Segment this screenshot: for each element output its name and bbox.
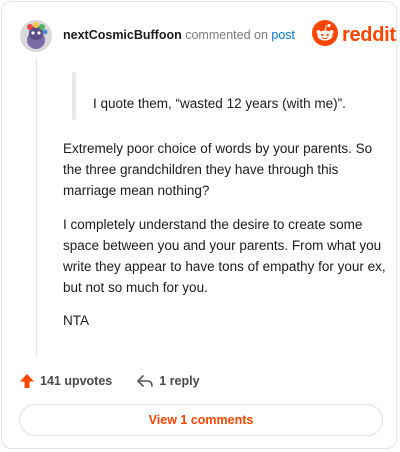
reddit-wordmark: reddit [342,23,396,46]
snoo-avatar-icon[interactable] [20,20,52,52]
comment-paragraph: I completely understand the desire to cr… [63,217,386,295]
upvote-arrow-icon [19,373,35,389]
comment-actions: 141 upvotes 1 reply [19,370,200,392]
comment-paragraph: Extremely poor choice of words by your p… [63,141,373,198]
comment-quote: I quote them, “wasted 12 years (with me)… [93,96,346,111]
commented-on-text: commented on [185,28,268,42]
post-link[interactable]: post [271,28,295,42]
upvote-count: 141 upvotes [40,374,113,388]
thread-line[interactable] [36,58,37,356]
reply-button[interactable]: 1 reply [136,374,200,388]
username[interactable]: nextCosmicBuffoon [63,28,182,42]
reddit-logo-icon [312,19,338,51]
comment-header: nextCosmicBuffoon commented on post [63,28,295,42]
comment-card: nextCosmicBuffoon commented on post redd… [1,1,397,449]
reddit-brand[interactable]: reddit [312,19,396,51]
quote-bar [72,72,76,120]
comment-paragraph: NTA [63,313,89,328]
upvote-button[interactable]: 141 upvotes [19,373,112,389]
reply-count: 1 reply [159,374,200,388]
reply-arrow-icon [136,374,154,388]
view-comments-button[interactable]: View 1 comments [19,404,383,436]
